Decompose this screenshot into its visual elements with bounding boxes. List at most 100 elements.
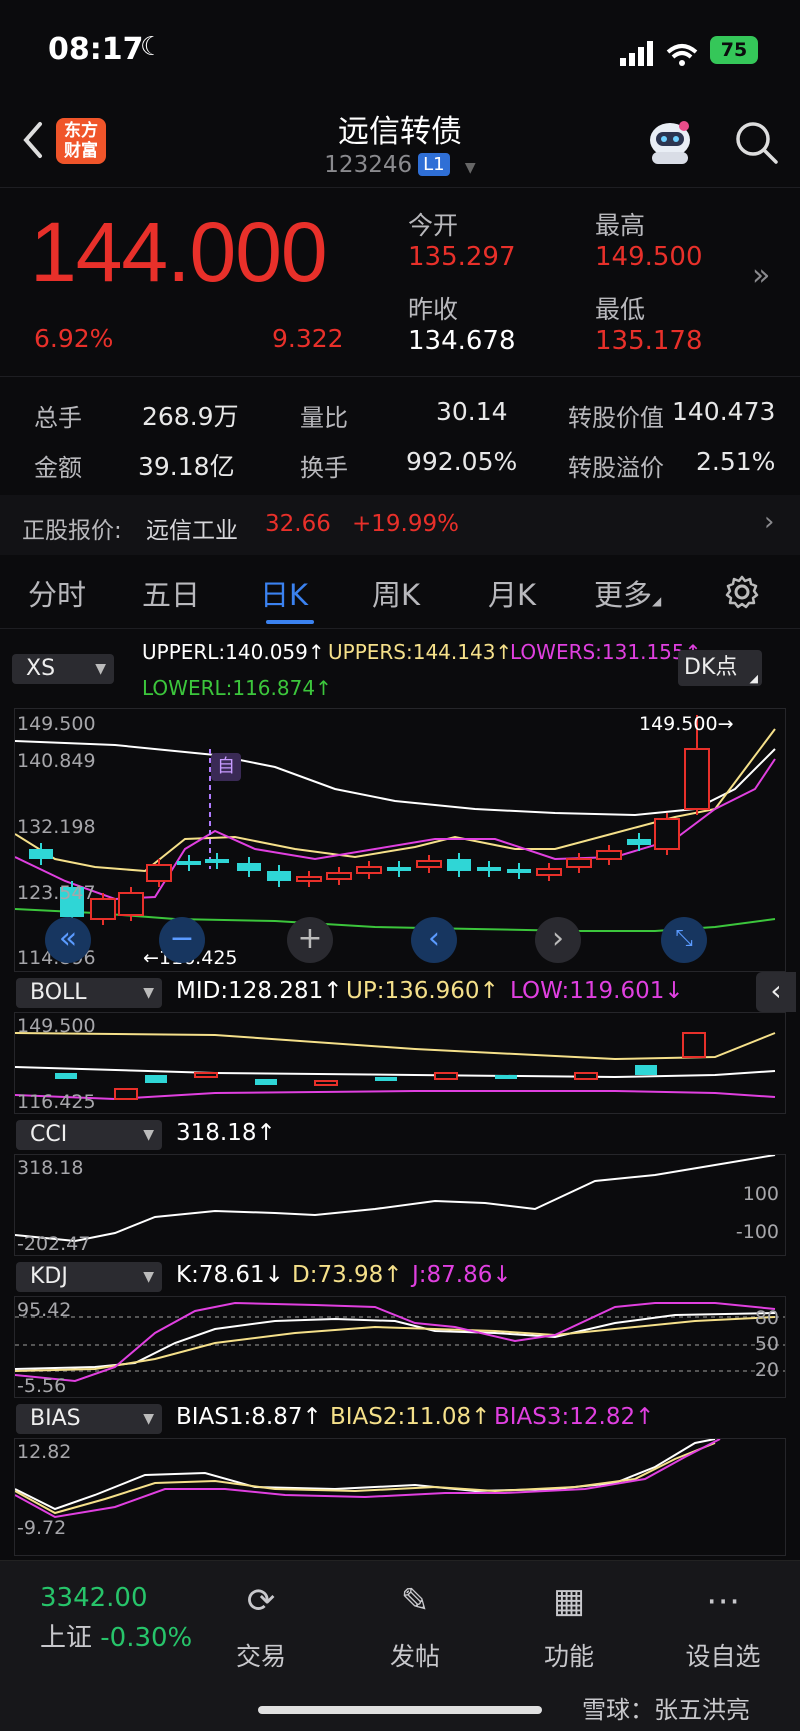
bias-selector[interactable]: BIAS ▼ xyxy=(16,1404,162,1434)
candle-10 xyxy=(326,872,352,880)
bias2-value: BIAS2:11.08↑ xyxy=(330,1404,491,1430)
robot-assistant-icon[interactable] xyxy=(644,118,696,168)
expand-quote-icon[interactable]: » xyxy=(752,258,770,293)
bias-chart: 12.82 -9.72 xyxy=(14,1438,786,1556)
candle-13 xyxy=(416,860,442,868)
home-indicator[interactable] xyxy=(258,1706,542,1714)
conv-value: 140.473 xyxy=(672,397,776,426)
open-label: 今开 xyxy=(408,211,459,240)
cci-selector[interactable]: CCI ▼ xyxy=(16,1120,162,1150)
candle-14 xyxy=(447,859,471,871)
boll-up-line xyxy=(15,1032,776,1061)
lowers-value: LOWERS:131.155↑ xyxy=(510,640,702,664)
candle-15 xyxy=(477,867,501,871)
boll-axis-top: 149.500 xyxy=(17,1015,96,1037)
zoom-out-icon[interactable]: − xyxy=(159,917,205,963)
candle-12 xyxy=(387,867,411,871)
collapse-panel-button[interactable]: ‹ xyxy=(756,972,796,1012)
cci-value: 318.18↑ xyxy=(176,1120,276,1146)
candle-17 xyxy=(536,868,562,876)
tab-daily-k[interactable]: 日K xyxy=(260,572,308,614)
candle-20 xyxy=(627,839,651,845)
moon-icon: ☾ xyxy=(140,32,164,62)
main-indicator-selector[interactable]: XS ▼ xyxy=(12,654,114,684)
prev-close-label: 昨收 xyxy=(408,295,459,324)
candle-6 xyxy=(205,859,229,863)
add-watchlist-button[interactable]: ⋯ 设自选 xyxy=(668,1581,778,1673)
bias-axis-bottom: -9.72 xyxy=(17,1517,67,1539)
underlying-price: 32.66 xyxy=(265,511,331,537)
candle-4 xyxy=(146,864,172,882)
signal-wifi-icon xyxy=(620,41,698,66)
index-quote[interactable]: 3342.00 上证 -0.30% xyxy=(40,1583,192,1654)
pan-left-icon[interactable]: ‹ xyxy=(411,917,457,963)
bias2-line xyxy=(15,1442,716,1515)
search-icon[interactable] xyxy=(732,118,780,166)
bias1-value: BIAS1:8.87↑ xyxy=(176,1404,322,1430)
chevron-down-icon: ▼ xyxy=(143,1269,154,1285)
boll-chart: 149.500 116.425 xyxy=(14,1012,786,1114)
cci-axis-top: 318.18 xyxy=(17,1157,84,1179)
boll-low-value: LOW:119.601↓ xyxy=(510,978,684,1004)
pan-right-icon[interactable]: › xyxy=(535,917,581,963)
candle-11 xyxy=(356,866,382,874)
underlying-stock-row[interactable]: 正股报价: 远信工业 32.66 +19.99% › xyxy=(0,495,800,555)
chart-nav-buttons: « − + ‹ › ⤡ xyxy=(15,917,785,967)
kdj-selector[interactable]: KDJ ▼ xyxy=(16,1262,162,1292)
tab-monthly-k[interactable]: 月K xyxy=(488,572,536,614)
selector-label: BOLL xyxy=(30,980,87,1005)
kdj-j-value: J:87.86↓ xyxy=(412,1262,512,1288)
underlying-change: +19.99% xyxy=(352,511,459,537)
axis-label-top: 149.500 xyxy=(17,713,96,735)
last-price: 144.000 xyxy=(30,205,328,299)
tab-five-day[interactable]: 五日 xyxy=(142,572,200,614)
amount-label: 金额 xyxy=(34,454,82,482)
tab-weekly-k[interactable]: 周K xyxy=(372,572,420,614)
post-button[interactable]: ✎ 发帖 xyxy=(360,1581,470,1673)
bias-lines xyxy=(15,1439,721,1519)
watermark: 雪球：张五洪亮 xyxy=(582,1696,750,1724)
vol-ratio-label: 量比 xyxy=(300,404,348,432)
tab-intraday[interactable]: 分时 xyxy=(28,572,86,614)
kdj-axis-bottom: -5.56 xyxy=(17,1375,67,1397)
boll-candle-10 xyxy=(635,1065,657,1075)
dk-point-button[interactable]: DK点 ◢ xyxy=(678,650,762,686)
upperl-value: UPPERL:140.059↑ xyxy=(142,640,325,664)
tab-more[interactable]: 更多◢ xyxy=(594,572,661,614)
functions-button[interactable]: ▦ 功能 xyxy=(514,1581,624,1673)
divider xyxy=(0,628,800,629)
self-select-marker[interactable]: 自 xyxy=(211,753,241,781)
lowerl-value: LOWERL:116.874↑ xyxy=(142,676,332,700)
cci-line xyxy=(15,1155,776,1243)
fullscreen-icon[interactable]: ⤡ xyxy=(661,917,707,963)
selector-label: KDJ xyxy=(30,1264,68,1289)
dk-button-label: DK点 xyxy=(684,655,738,680)
candle-5 xyxy=(177,861,201,865)
security-code: 123246 xyxy=(324,152,413,178)
underlying-name: 远信工业 xyxy=(146,518,238,544)
kdj-k-value: K:78.61↓ xyxy=(176,1262,284,1288)
main-chart[interactable]: 149.500 140.849 132.198 123.547 114.896 … xyxy=(14,708,786,972)
cci-line xyxy=(15,1155,776,1243)
boll-selector[interactable]: BOLL ▼ xyxy=(16,978,162,1008)
settings-gear-icon[interactable] xyxy=(724,574,760,610)
axis-label-4: 123.547 xyxy=(17,882,96,904)
kdj-axis-top: 95.42 xyxy=(17,1299,72,1321)
bias1-line xyxy=(15,1439,716,1511)
cci-chart: 318.18 -202.47 100 -100 xyxy=(14,1154,786,1256)
kdj-d-value: D:73.98↑ xyxy=(292,1262,403,1288)
uppers-value: UPPERS:144.143↑ xyxy=(328,640,513,664)
chevron-down-icon: ▼ xyxy=(143,1127,154,1143)
trade-button[interactable]: ⟳ 交易 xyxy=(206,1581,316,1673)
underlying-label: 正股报价: xyxy=(22,518,122,544)
premium-value: 2.51% xyxy=(696,447,776,476)
candle-7 xyxy=(237,863,261,871)
candle-16 xyxy=(507,869,531,873)
kdj-chart: 95.42 -5.56 80 50 20 xyxy=(14,1296,786,1398)
chevron-down-icon: ▼ xyxy=(143,985,154,1001)
zoom-in-icon[interactable]: + xyxy=(287,917,333,963)
bias3-line xyxy=(15,1439,721,1519)
level-badge: L1 xyxy=(418,153,450,176)
rewind-icon[interactable]: « xyxy=(45,917,91,963)
active-tab-indicator xyxy=(266,620,314,624)
